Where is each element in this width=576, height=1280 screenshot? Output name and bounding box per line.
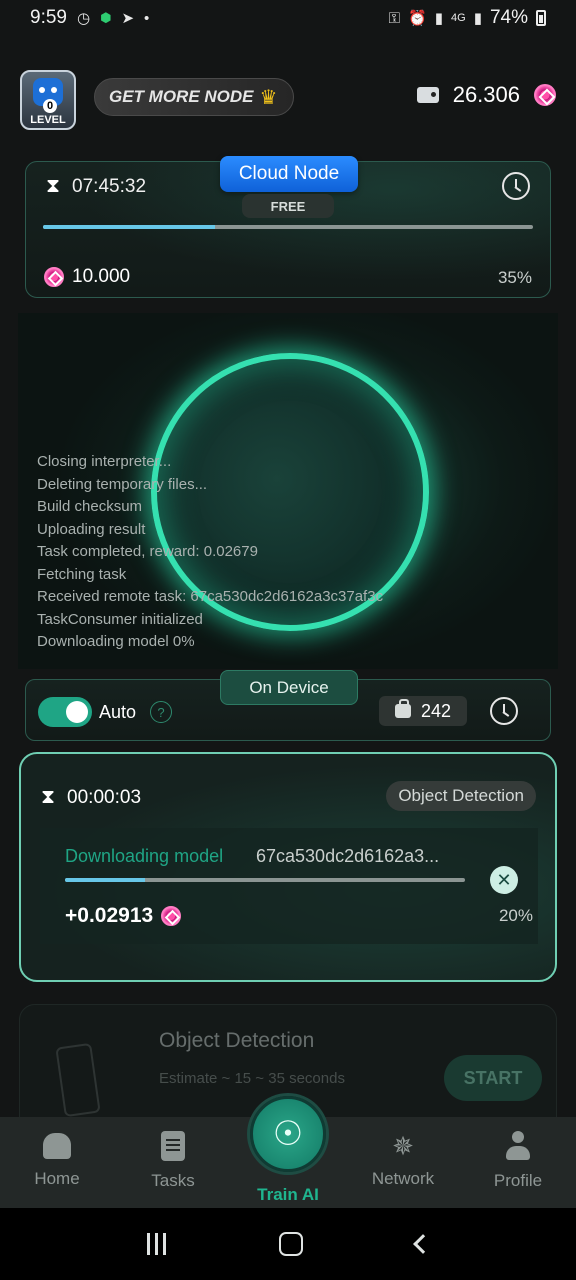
cloud-reward-value: 10.000 <box>72 266 131 287</box>
on-device-card: On Device Auto ? 242 <box>25 670 551 741</box>
home-icon <box>43 1133 71 1159</box>
log-line: Build checksum <box>37 498 143 515</box>
token-coin-icon <box>161 906 182 926</box>
ai-brain-icon: ☉ <box>272 1115 304 1153</box>
tier-badge: FREE <box>242 194 334 218</box>
status-time: 9:59 <box>30 7 67 28</box>
nav-network[interactable]: ✵ Network <box>358 1131 448 1189</box>
log-line: Received remote task: 67ca530dc2d6162a3c… <box>37 588 384 605</box>
briefcase-icon <box>394 699 411 718</box>
task-percent: 20% <box>498 906 533 925</box>
node-visualization: Closing interpreter... Deleting temporar… <box>18 313 558 669</box>
back-button[interactable] <box>412 1234 433 1254</box>
signal-icon-2: ▮ <box>473 10 482 27</box>
start-button[interactable]: START <box>444 1055 542 1101</box>
task-progress-panel: Downloading model 67ca530dc2d6162a3... ✕… <box>40 828 538 944</box>
crown-icon: ♛ <box>259 86 278 109</box>
model-hash: 67ca530dc2d6162a3... <box>256 846 440 866</box>
home-button[interactable] <box>278 1232 303 1256</box>
cloud-timer: ⧗ 07:45:32 <box>46 175 146 198</box>
key-icon: ⚿ <box>388 9 401 27</box>
get-more-node-button[interactable]: GET MORE NODE ♛ <box>94 78 294 116</box>
wallet-icon <box>416 87 439 103</box>
dot-icon: • <box>144 9 150 27</box>
header: 0 LEVEL GET MORE NODE ♛ 26.306 <box>20 70 556 130</box>
app-status-icon: ⬢ <box>100 10 112 25</box>
task-progress-bar <box>65 878 465 882</box>
battery-icon <box>536 10 546 26</box>
cloud-node-tab[interactable]: Cloud Node <box>220 156 358 192</box>
history-icon[interactable] <box>490 697 518 725</box>
profile-icon <box>506 1131 530 1161</box>
log-line: Fetching task <box>37 565 127 583</box>
nav-home[interactable]: Home <box>12 1131 102 1189</box>
log-line: Deleting temporary files... <box>37 475 208 493</box>
log-line: Task completed, reward: 0.02679 <box>37 543 258 560</box>
cloud-node-card: Cloud Node FREE ⧗ 07:45:32 10.000 35% <box>25 156 551 298</box>
network-icon: ✵ <box>392 1131 414 1161</box>
battery-percent: 74% <box>489 7 528 28</box>
log-line: Closing interpreter... <box>37 453 172 470</box>
task-timer-value: 00:00:03 <box>67 786 142 808</box>
nav-profile[interactable]: Profile <box>473 1131 563 1191</box>
wallet-balance[interactable]: 26.306 <box>416 82 556 108</box>
task-count-value: 242 <box>420 700 452 721</box>
nav-tasks-label: Tasks <box>151 1171 195 1190</box>
level-label: LEVEL <box>30 114 66 126</box>
clock-status-icon: ◷ <box>76 10 91 27</box>
history-icon[interactable] <box>502 172 530 200</box>
cloud-reward: 10.000 <box>44 266 130 288</box>
get-more-node-label: GET MORE NODE <box>109 87 254 106</box>
nav-tasks[interactable]: Tasks <box>128 1131 218 1191</box>
level-badge[interactable]: 0 LEVEL <box>20 70 76 130</box>
task-type-badge: Object Detection <box>386 781 536 811</box>
next-task-title: Object Detection <box>159 1029 315 1052</box>
task-timer: ⧗ 00:00:03 <box>41 786 141 809</box>
balance-value: 26.306 <box>452 82 520 107</box>
clipboard-icon <box>161 1131 185 1161</box>
telegram-icon: ➤ <box>121 10 135 27</box>
nav-network-label: Network <box>371 1169 435 1188</box>
next-task-estimate: Estimate ~ 15 ~ 35 seconds <box>159 1070 345 1087</box>
phone-illustration-icon <box>55 1042 101 1118</box>
log-line: Downloading model 0% <box>37 633 195 650</box>
nav-train-ai[interactable]: ☉ <box>250 1096 326 1172</box>
cloud-progress-bar <box>43 225 533 229</box>
token-coin-icon <box>44 267 64 287</box>
token-coin-icon <box>534 84 556 106</box>
task-count-badge[interactable]: 242 <box>379 696 467 726</box>
signal-icon: ▮ <box>434 10 444 27</box>
hourglass-icon: ⧗ <box>41 786 56 808</box>
cancel-task-button[interactable]: ✕ <box>490 866 518 894</box>
log-line: Uploading result <box>37 520 146 538</box>
status-bar: 9:59 ◷ ⬢ ➤ • ⚿ ⏰ ▮ 4G ▮ 74% <box>0 0 576 36</box>
nav-train-ai-label: Train AI <box>257 1185 319 1204</box>
on-device-tab[interactable]: On Device <box>220 670 358 705</box>
help-icon[interactable]: ? <box>150 701 172 723</box>
alarm-icon: ⏰ <box>408 10 427 27</box>
log-line: TaskConsumer initialized <box>37 610 203 628</box>
bottom-nav: Home Tasks ☉ Train AI ✵ Network Profile <box>0 1096 576 1208</box>
task-reward-value: +0.02913 <box>65 904 154 927</box>
auto-toggle[interactable] <box>38 697 92 727</box>
cloud-timer-value: 07:45:32 <box>72 175 147 197</box>
cloud-percent: 35% <box>497 268 532 287</box>
nav-profile-label: Profile <box>493 1171 543 1190</box>
hourglass-icon: ⧗ <box>46 175 61 197</box>
task-status-label: Downloading model <box>65 846 224 866</box>
task-reward: +0.02913 <box>65 904 182 928</box>
cloud-progress-fill <box>43 225 215 229</box>
level-number: 0 <box>43 99 57 113</box>
auto-label: Auto <box>99 702 137 722</box>
current-task-card: ⧗ 00:00:03 Object Detection Downloading … <box>19 752 557 982</box>
nav-home-label: Home <box>34 1169 80 1188</box>
network-type: 4G <box>451 12 466 24</box>
task-progress-fill <box>65 878 145 882</box>
activity-log: Closing interpreter... Deleting temporar… <box>37 451 383 654</box>
system-nav-bar <box>0 1208 576 1280</box>
recent-apps-button[interactable] <box>146 1233 166 1255</box>
